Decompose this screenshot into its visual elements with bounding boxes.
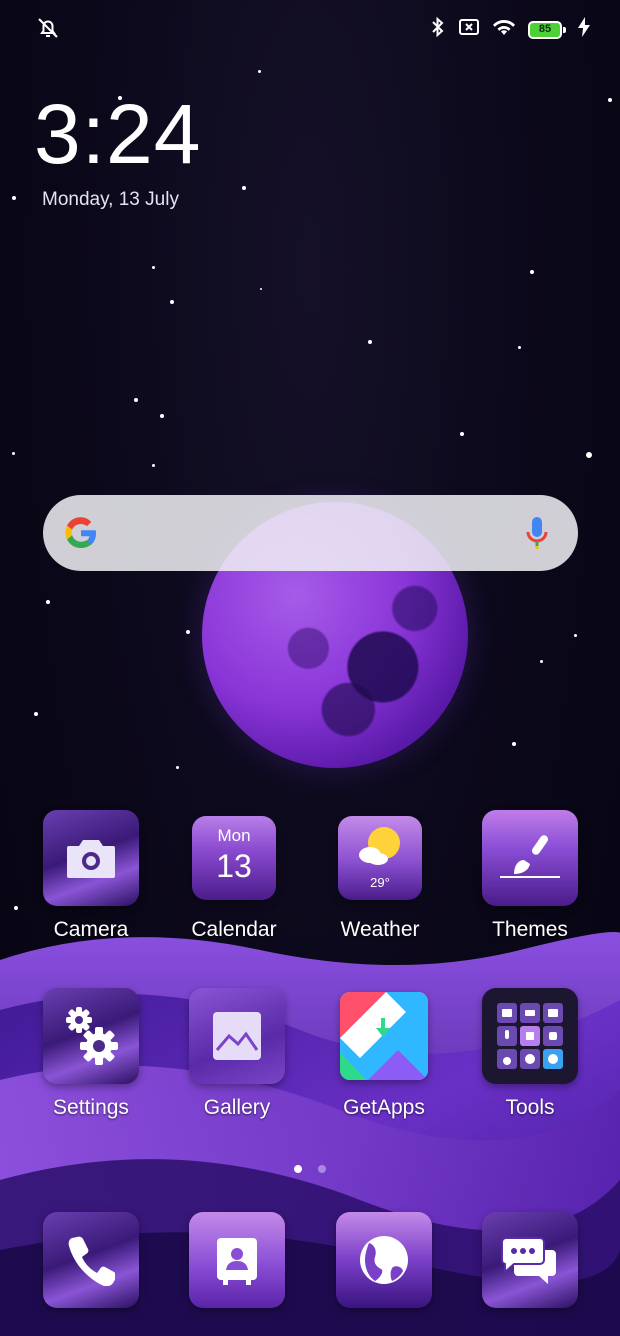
star bbox=[512, 742, 516, 746]
star bbox=[460, 432, 464, 436]
mic-icon[interactable] bbox=[526, 515, 548, 556]
app-label: Settings bbox=[53, 1096, 129, 1119]
camera-icon bbox=[67, 840, 115, 878]
sun-cloud-icon bbox=[359, 827, 400, 866]
star bbox=[586, 452, 592, 458]
app-camera[interactable]: Camera bbox=[31, 810, 151, 942]
calendar-weekday: Mon bbox=[217, 826, 251, 845]
page-dot[interactable] bbox=[318, 1165, 327, 1173]
star bbox=[46, 600, 50, 604]
page-dot-active[interactable] bbox=[293, 1165, 302, 1173]
star bbox=[176, 766, 179, 769]
themes-app-icon[interactable] bbox=[482, 810, 578, 906]
browser-icon bbox=[360, 1236, 408, 1284]
messages-icon bbox=[501, 1237, 556, 1284]
clock-date[interactable]: Monday, 13 July bbox=[42, 189, 179, 211]
battery-indicator: 85 bbox=[528, 20, 566, 39]
star bbox=[152, 266, 155, 269]
app-gallery[interactable]: Gallery bbox=[177, 988, 297, 1120]
app-label: GetApps bbox=[343, 1096, 425, 1119]
page-indicator bbox=[0, 1160, 620, 1178]
app-label: Camera bbox=[53, 918, 129, 941]
star bbox=[160, 414, 164, 418]
messages-app-icon[interactable] bbox=[482, 1212, 578, 1308]
dock-contacts[interactable] bbox=[177, 1212, 297, 1308]
camera-app-icon[interactable] bbox=[43, 810, 139, 906]
dock-phone[interactable] bbox=[31, 1212, 151, 1308]
status-bar: 85 bbox=[0, 14, 620, 44]
app-getapps[interactable]: GetApps bbox=[324, 988, 444, 1120]
clock-time[interactable]: 3:24 bbox=[34, 86, 202, 182]
google-g-icon[interactable] bbox=[63, 515, 99, 556]
app-label: Calendar bbox=[191, 918, 277, 941]
home-screen: 85 3:24 Monday, 13 July Camera Mon 13 Ca… bbox=[0, 0, 620, 1336]
app-weather[interactable]: 29° Weather bbox=[320, 810, 440, 942]
contacts-app-icon[interactable] bbox=[189, 1212, 285, 1308]
dock-browser[interactable] bbox=[324, 1212, 444, 1308]
phone-icon bbox=[68, 1236, 115, 1286]
alarm-off-icon bbox=[36, 18, 60, 44]
star bbox=[530, 270, 534, 274]
dock-messages[interactable] bbox=[470, 1212, 590, 1308]
getapps-icon bbox=[340, 992, 428, 1080]
star bbox=[518, 346, 521, 349]
calendar-app-icon[interactable]: Mon 13 bbox=[192, 816, 276, 900]
star bbox=[186, 630, 190, 634]
getapps-app-icon[interactable] bbox=[340, 992, 428, 1080]
star bbox=[574, 634, 577, 637]
app-themes[interactable]: Themes bbox=[470, 810, 590, 942]
settings-app-icon[interactable] bbox=[43, 988, 139, 1084]
phone-app-icon[interactable] bbox=[43, 1212, 139, 1308]
app-settings[interactable]: Settings bbox=[31, 988, 151, 1120]
app-label: Tools bbox=[505, 1096, 555, 1119]
star bbox=[242, 186, 246, 190]
star bbox=[12, 452, 15, 455]
gear-icon bbox=[66, 1007, 118, 1065]
weather-app-icon[interactable]: 29° bbox=[338, 816, 422, 900]
app-calendar[interactable]: Mon 13 Calendar bbox=[174, 810, 294, 942]
app-label: Themes bbox=[492, 918, 568, 941]
star bbox=[540, 660, 543, 663]
paintbrush-icon bbox=[500, 835, 560, 878]
star bbox=[368, 340, 372, 344]
google-search-bar[interactable] bbox=[43, 495, 578, 571]
app-tools[interactable]: Tools bbox=[470, 988, 590, 1120]
browser-app-icon[interactable] bbox=[336, 1212, 432, 1308]
folder-grid-icon bbox=[497, 1003, 563, 1069]
star bbox=[14, 906, 18, 910]
no-sim-icon bbox=[458, 18, 480, 41]
weather-temperature: 29° bbox=[370, 875, 390, 890]
star bbox=[258, 70, 261, 73]
tools-folder-icon[interactable] bbox=[482, 988, 578, 1084]
app-label: Weather bbox=[340, 918, 420, 941]
star bbox=[134, 398, 138, 402]
bluetooth-icon bbox=[430, 16, 446, 43]
star bbox=[12, 196, 16, 200]
contacts-icon bbox=[217, 1238, 257, 1285]
picture-icon bbox=[213, 1012, 261, 1060]
star bbox=[34, 712, 38, 716]
battery-level: 85 bbox=[528, 20, 562, 39]
charging-icon bbox=[578, 17, 590, 42]
star bbox=[260, 288, 262, 290]
star bbox=[608, 98, 612, 102]
wifi-icon bbox=[492, 17, 516, 42]
app-label: Gallery bbox=[203, 1096, 271, 1119]
star bbox=[152, 464, 155, 467]
gallery-app-icon[interactable] bbox=[189, 988, 285, 1084]
star bbox=[170, 300, 174, 304]
calendar-day: 13 bbox=[216, 848, 252, 884]
